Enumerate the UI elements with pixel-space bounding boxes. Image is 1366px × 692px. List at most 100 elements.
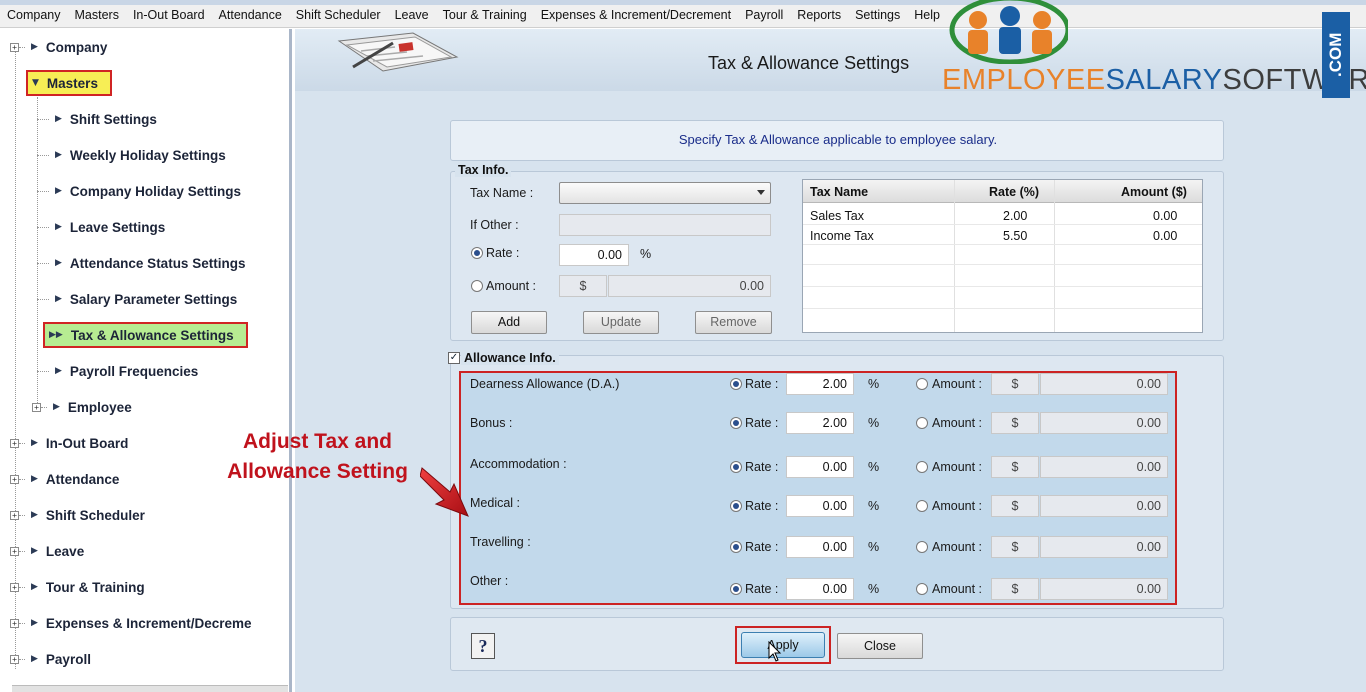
allowance-rate-radio[interactable]: [730, 541, 742, 553]
column-header-tax-name[interactable]: Tax Name: [810, 185, 868, 199]
allowance-amount-radio[interactable]: [916, 417, 928, 429]
tree-dash: [37, 154, 49, 156]
column-header-rate[interactable]: Rate (%): [989, 185, 1039, 199]
allowance-rate-input[interactable]: 0.00: [786, 536, 854, 558]
menu-attendance[interactable]: Attendance: [212, 8, 289, 22]
allowance-amount-input[interactable]: 0.00: [1040, 373, 1168, 395]
menu-settings[interactable]: Settings: [848, 8, 907, 22]
allowance-rate-input[interactable]: 0.00: [786, 578, 854, 600]
tree-node-tax-allowance[interactable]: ▶▶ Tax & Allowance Settings: [43, 322, 248, 348]
allowance-rate-radio[interactable]: [730, 500, 742, 512]
menu-shift-scheduler[interactable]: Shift Scheduler: [289, 8, 388, 22]
hint-text: Specify Tax & Allowance applicable to em…: [678, 132, 998, 147]
tree-node-attendance[interactable]: + ▶ Attendance: [10, 466, 119, 492]
expand-icon[interactable]: +: [10, 510, 19, 520]
tree-node-payroll[interactable]: + ▶ Payroll: [10, 646, 91, 672]
allowance-amount-radio[interactable]: [916, 541, 928, 553]
allowance-rate-radio[interactable]: [730, 583, 742, 595]
allowance-amount-input[interactable]: 0.00: [1040, 495, 1168, 517]
tree-node-leave-settings[interactable]: ▶ Leave Settings: [37, 214, 165, 240]
table-cell-rate[interactable]: 5.50: [1003, 229, 1027, 243]
update-button[interactable]: Update: [583, 311, 659, 334]
allowance-rate-input[interactable]: 2.00: [786, 373, 854, 395]
menu-masters[interactable]: Masters: [68, 8, 126, 22]
annotation-callout: Adjust Tax and Allowance Setting: [205, 427, 430, 487]
tree-node-company-holiday[interactable]: ▶ Company Holiday Settings: [37, 178, 241, 204]
allowance-amount-radio[interactable]: [916, 378, 928, 390]
menu-reports[interactable]: Reports: [790, 8, 848, 22]
pct-unit: %: [868, 460, 880, 474]
allowance-rate-input[interactable]: 0.00: [786, 456, 854, 478]
remove-button[interactable]: Remove: [695, 311, 772, 334]
expand-icon[interactable]: +: [32, 402, 41, 412]
tree-label: Shift Settings: [69, 111, 157, 127]
add-button[interactable]: Add: [471, 311, 547, 334]
tree-node-masters[interactable]: ▼ Masters: [26, 70, 112, 96]
tree-node-payroll-frequencies[interactable]: ▶ Payroll Frequencies: [37, 358, 198, 384]
table-cell-amount[interactable]: 0.00: [1153, 229, 1177, 243]
tree-node-salary-parameter[interactable]: ▶ Salary Parameter Settings: [37, 286, 237, 312]
tree-node-in-out-board[interactable]: + ▶ In-Out Board: [10, 430, 128, 456]
table-cell-name[interactable]: Income Tax: [810, 229, 874, 243]
allowance-amount-input[interactable]: 0.00: [1040, 412, 1168, 434]
tree-node-shift-settings[interactable]: ▶ Shift Settings: [37, 106, 157, 132]
allowance-rate-radio[interactable]: [730, 461, 742, 473]
table-cell-name[interactable]: Sales Tax: [810, 209, 864, 223]
help-button[interactable]: ?: [471, 633, 495, 659]
allowance-rate-radio[interactable]: [730, 417, 742, 429]
menu-leave[interactable]: Leave: [388, 8, 436, 22]
tree-node-company[interactable]: + ▶ Company: [10, 34, 107, 60]
tax-rate-input[interactable]: 0.00: [559, 244, 629, 266]
table-cell-amount[interactable]: 0.00: [1153, 209, 1177, 223]
tree-node-employee[interactable]: + ▶ Employee: [32, 394, 132, 420]
allowance-amount-radio[interactable]: [916, 461, 928, 473]
allowance-amount-radio[interactable]: [916, 500, 928, 512]
tax-table: Tax Name Rate (%) Amount ($) Sales Tax 2…: [802, 179, 1203, 333]
tree-node-expenses[interactable]: + ▶ Expenses & Increment/Decreme: [10, 610, 252, 636]
tax-amount-input[interactable]: 0.00: [608, 275, 771, 297]
column-header-amount[interactable]: Amount ($): [1121, 185, 1187, 199]
if-other-input[interactable]: [559, 214, 771, 236]
allowance-name: Dearness Allowance (D.A.): [470, 377, 620, 391]
menu-in-out-board[interactable]: In-Out Board: [126, 8, 212, 22]
tax-amount-radio[interactable]: [471, 280, 483, 292]
tax-rate-radio[interactable]: [471, 247, 483, 259]
expand-icon[interactable]: +: [10, 654, 19, 664]
allowance-checkbox[interactable]: ✓: [448, 352, 460, 364]
menu-payroll[interactable]: Payroll: [738, 8, 790, 22]
sidebar-tree: + ▶ Company ▼ Masters ▶ Shift Settings ▶…: [0, 29, 292, 692]
allowance-rate-input[interactable]: 0.00: [786, 495, 854, 517]
sidebar-horizontal-scrollbar[interactable]: [12, 685, 288, 692]
tree-node-attendance-status[interactable]: ▶ Attendance Status Settings: [37, 250, 245, 276]
allowance-rate-radio[interactable]: [730, 378, 742, 390]
tree-node-weekly-holiday[interactable]: ▶ Weekly Holiday Settings: [37, 142, 226, 168]
tree-node-tour-training[interactable]: + ▶ Tour & Training: [10, 574, 145, 600]
tree-node-shift-scheduler[interactable]: + ▶ Shift Scheduler: [10, 502, 145, 528]
tax-name-select[interactable]: [559, 182, 771, 204]
expand-icon[interactable]: +: [10, 618, 19, 628]
tree-label: Weekly Holiday Settings: [69, 147, 226, 163]
allowance-amount-label: Amount :: [932, 499, 983, 513]
menu-tour-training[interactable]: Tour & Training: [436, 8, 534, 22]
expand-icon[interactable]: +: [10, 546, 19, 556]
allowance-amount-input[interactable]: 0.00: [1040, 578, 1168, 600]
double-triangle-icon: ▶▶: [49, 330, 63, 340]
tree-label: Payroll: [45, 651, 91, 667]
tax-amount-currency: $: [559, 275, 607, 297]
tree-dash: [19, 586, 25, 588]
menu-company[interactable]: Company: [0, 8, 68, 22]
expand-icon[interactable]: +: [10, 582, 19, 592]
close-button[interactable]: Close: [837, 633, 923, 659]
expand-icon[interactable]: +: [10, 438, 19, 448]
currency-unit: $: [991, 412, 1039, 434]
menu-expenses[interactable]: Expenses & Increment/Decrement: [534, 8, 738, 22]
allowance-amount-radio[interactable]: [916, 583, 928, 595]
tree-node-leave[interactable]: + ▶ Leave: [10, 538, 84, 564]
allowance-rate-input[interactable]: 2.00: [786, 412, 854, 434]
table-cell-rate[interactable]: 2.00: [1003, 209, 1027, 223]
allowance-amount-input[interactable]: 0.00: [1040, 536, 1168, 558]
expand-icon[interactable]: +: [10, 42, 19, 52]
allowance-amount-input[interactable]: 0.00: [1040, 456, 1168, 478]
apply-button[interactable]: Apply: [741, 632, 825, 658]
expand-icon[interactable]: +: [10, 474, 19, 484]
